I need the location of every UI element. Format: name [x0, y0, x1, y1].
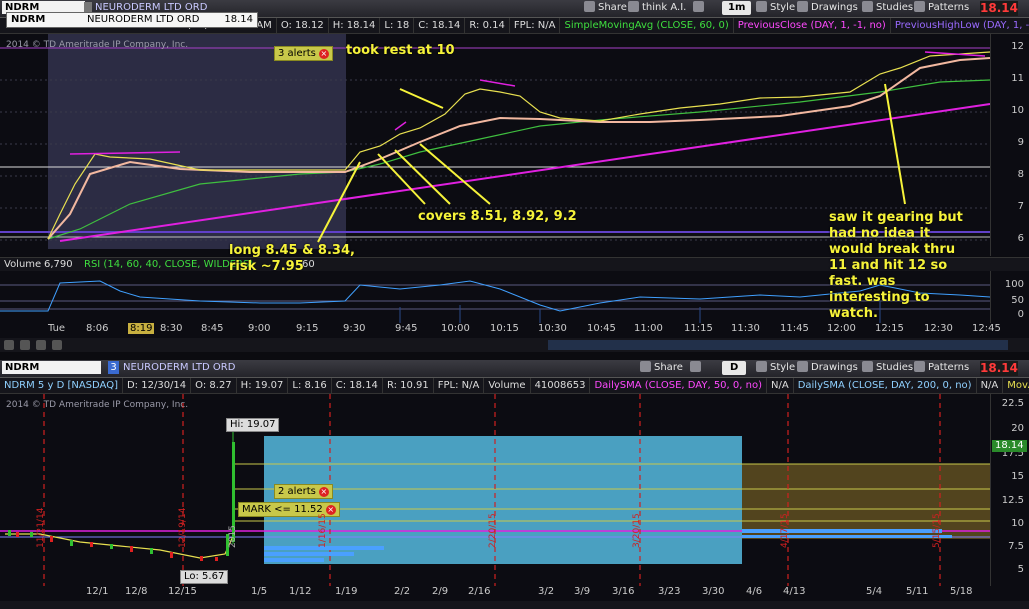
top-alerts-tag[interactable]: 3 alerts × [274, 46, 333, 61]
top-drawings-button[interactable]: Drawings [797, 1, 858, 15]
bottom-share-button[interactable]: Share [640, 361, 683, 375]
zoom-in-icon[interactable] [20, 340, 30, 350]
bottom-style-button[interactable]: Style [756, 361, 795, 375]
style-icon [756, 1, 767, 12]
bottom-toolbar: NDRM 3 NEURODERM LTD ORD Share D Style D… [0, 360, 1029, 378]
top-share-button[interactable]: Share [584, 1, 627, 15]
patterns-icon [914, 361, 925, 372]
scroll-arrow-icon[interactable] [52, 340, 62, 350]
bottom-studies-button[interactable]: Studies [862, 361, 913, 375]
symbol-suggestion-dropdown[interactable]: NDRM NEURODERM LTD ORD 18.14 [6, 12, 258, 28]
wrench-icon [693, 1, 704, 12]
bottom-tools-button[interactable] [690, 361, 714, 375]
studies-icon [862, 1, 873, 12]
link-group-badge[interactable]: 3 [108, 361, 119, 374]
share-icon [640, 361, 651, 372]
bottom-symbol-input[interactable]: NDRM [2, 361, 101, 374]
bottom-price-tag: 18.14 [992, 440, 1027, 452]
current-time-marker: 8:19 [128, 323, 155, 334]
high-label: Hi: 19.07 [226, 418, 280, 432]
close-alert-icon[interactable]: × [318, 49, 329, 59]
bottom-copyright: 2014 © TD Ameritrade IP Company, Inc. [6, 400, 189, 410]
rsi-axis: 100 50 0 [990, 271, 1029, 323]
bottom-drawings-button[interactable]: Drawings [797, 361, 858, 375]
pencil-icon [797, 1, 808, 12]
fit-icon[interactable] [36, 340, 46, 350]
think-ai-button[interactable]: think A.I. [628, 1, 686, 15]
bottom-company-name: NEURODERM LTD ORD [123, 362, 236, 373]
top-time-axis: Tue 8:06 8:19 8:30 8:45 9:00 9:15 9:30 9… [0, 323, 1029, 338]
bottom-scroll-area[interactable] [0, 601, 1029, 609]
bottom-alerts-tag[interactable]: 2 alerts × [274, 484, 333, 499]
studies-icon [862, 361, 873, 372]
top-copyright: 2014 © TD Ameritrade IP Company, Inc. [6, 40, 189, 50]
premarket-shade [48, 34, 346, 249]
daily-sma50-label[interactable]: DailySMA (CLOSE, DAY, 50, 0, no) [590, 378, 767, 393]
rsi-study-label[interactable]: RSI (14, 60, 40, CLOSE, WILDERS) [84, 258, 253, 272]
wrench-icon [690, 361, 701, 372]
bottom-patterns-button[interactable]: Patterns [914, 361, 969, 375]
top-scroll-area [0, 338, 1029, 352]
close-alert-icon[interactable]: × [318, 487, 329, 497]
annotation-rest: took rest at 10 [346, 43, 455, 58]
top-interval-button[interactable]: 1m [722, 1, 752, 15]
top-patterns-button[interactable]: Patterns [914, 1, 969, 15]
top-studies-button[interactable]: Studies [862, 1, 913, 15]
movavg-label[interactable]: MovAvg... [1003, 378, 1029, 393]
prev-close-study-label[interactable]: PreviousClose (DAY, 1, -1, no) [734, 18, 891, 33]
bottom-info-bar: NDRM 5 y D [NASDAQ] D: 12/30/14 O: 8.27 H: … [0, 378, 1029, 394]
patterns-icon [914, 1, 925, 12]
prev-highlow-study-label[interactable]: PreviousHighLow (DAY, 1, -1, no) [891, 18, 1029, 33]
top-price-axis: 12 11 10 9 8 7 6 [990, 34, 1029, 256]
daily-sma200-label[interactable]: DailySMA (CLOSE, DAY, 200, 0, no) [794, 378, 977, 393]
bottom-price-axis: 22.5 20 17.5 15 12.5 10 7.5 5 [990, 394, 1029, 586]
share-icon [584, 1, 595, 12]
top-style-button[interactable]: Style [756, 1, 795, 15]
sma-study-label[interactable]: SimpleMovingAvg (CLOSE, 60, 0) [560, 18, 734, 33]
style-icon [756, 361, 767, 372]
zoom-out-icon[interactable] [4, 340, 14, 350]
annotation-long: long 8.45 & 8.34, risk ~7.95 [229, 243, 355, 274]
annotation-covers: covers 8.51, 8.92, 9.2 [418, 209, 577, 224]
pencil-icon [797, 361, 808, 372]
top-last-price: 18.14 [980, 1, 1018, 16]
bottom-date-axis: 12/1 12/8 12/15 1/5 1/12 1/19 2/2 2/9 2/… [0, 586, 1029, 601]
annotation-gearing: saw it gearing but had no idea it would … [829, 210, 963, 321]
bottom-interval-button[interactable]: D [722, 361, 747, 375]
top-scrollbar[interactable] [548, 340, 1008, 350]
date-marker-labels: 11/21/14 12/19/14 2015 1/16/15 2/20/15 3… [36, 507, 942, 548]
top-tools-button[interactable] [693, 1, 717, 15]
bottom-last-price: 18.14 [980, 361, 1018, 376]
think-icon [628, 1, 639, 12]
